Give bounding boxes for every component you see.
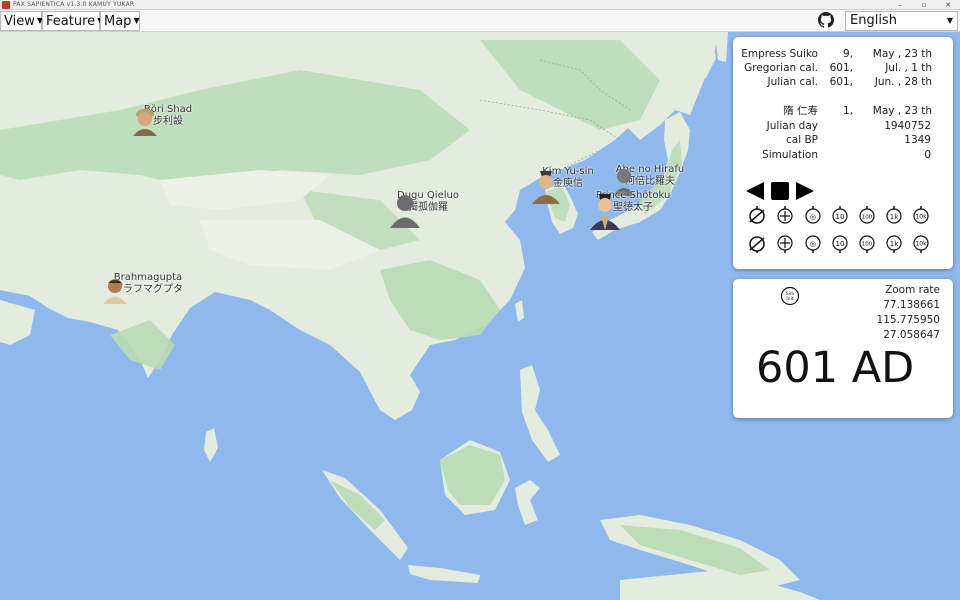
speed-zero-backward-icon[interactable] [747,233,767,253]
speed-forward-10k-icon[interactable]: 10k [911,205,931,225]
svg-text:100: 100 [862,215,873,221]
calendar-panel: Empress Suiko 9, May , 23 th Gregorian c… [733,37,953,269]
person-abe-no-hirafu[interactable]: Abe no Hirafu 阿倍比羅夫 [610,164,690,196]
view-menu-label: View [4,14,35,29]
speed-forward-1000-icon[interactable]: 100 [857,205,877,225]
feature-menu[interactable]: Feature▼ [42,11,103,31]
calendar-row-suiko: Empress Suiko 9, May , 23 th [733,47,953,61]
portrait-icon [532,171,560,204]
speed-backward-10k-icon[interactable]: 10k [911,233,931,253]
calendar-row-sui: 隋 仁寿 1, May , 23 th [733,104,953,118]
calendar-row-gregorian: Gregorian cal. 601, Jul. , 1 th [733,61,953,75]
calendar-value: 0 [924,149,931,161]
svg-text:100: 100 [862,242,873,248]
speed-backward-10-icon[interactable]: ◎ [803,233,823,253]
person-dugu-qieluo[interactable]: Dugu Qieluo 獨孤伽羅 [388,190,468,228]
speed-forward-10-icon[interactable]: ◎ [803,205,823,225]
svg-text:Init: Init [786,296,793,302]
simulation-init-icon[interactable]: Sim Init [780,286,800,306]
calendar-date: May , 23 th [872,48,932,60]
svg-text:10k: 10k [915,241,927,248]
calendar-year: 601, [829,62,853,74]
calendar-label: Simulation [762,149,818,161]
speed-zero-forward-icon[interactable] [747,205,767,225]
window-titlebar: PAX SAPIENTICA v1.3.0 KAMUY YUKAR – ▫ ✕ [0,0,960,10]
calendar-label: Empress Suiko [741,48,818,60]
calendar-label: Gregorian cal. [744,62,818,74]
person-kim-yu-sin[interactable]: Kim Yu-sin 金庾信 [530,166,606,204]
language-select-value: English [850,13,897,28]
calendar-label: Julian day [766,120,818,132]
portrait-icon [103,279,127,304]
svg-text:10k: 10k [915,214,927,221]
map-menu-label: Map [104,14,132,29]
window-title: PAX SAPIENTICA v1.3.0 KAMUY YUKAR [13,1,135,8]
speed-forward-1-icon[interactable] [775,205,795,225]
zoom-rate-label: Zoom rate [885,284,940,296]
minimize-button[interactable]: – [888,0,912,10]
close-button[interactable]: ✕ [936,0,960,10]
zoom-rate-value: 77.138661 [883,299,940,311]
calendar-label: Julian cal. [767,76,818,88]
play-icon[interactable] [794,180,816,202]
person-prince-shotoku[interactable]: Prince Shōtoku 聖徳太子 [588,190,678,230]
svg-text:10: 10 [836,213,845,221]
svg-text:◎: ◎ [810,240,816,248]
reverse-play-icon[interactable] [744,180,766,202]
calendar-row-julian: Julian cal. 601, Jun. , 28 th [733,75,953,89]
github-icon[interactable] [818,12,834,28]
silhouette-icon [390,195,420,228]
maximize-button[interactable]: ▫ [912,0,936,10]
stop-icon[interactable] [769,180,791,202]
person-bori-shad[interactable]: Böri Shad 步利設 [130,104,206,136]
speed-forward-100-icon[interactable]: 10 [830,205,850,225]
speed-backward-1k-icon[interactable]: 1k [884,233,904,253]
latitude-value: 27.058647 [883,329,940,341]
app-icon [2,1,10,9]
portrait-icon [133,109,157,136]
calendar-label: 隋 仁寿 [783,105,818,117]
calendar-year: 601, [829,76,853,88]
calendar-label: cal BP [786,134,818,146]
chevron-down-icon: ▼ [133,16,140,25]
speed-forward-1k-icon[interactable]: 1k [884,205,904,225]
language-select[interactable]: English ▼ [845,11,958,31]
speed-backward-1-icon[interactable] [775,233,795,253]
calendar-date: Jun. , 28 th [874,76,932,88]
person-brahmagupta[interactable]: Brahmagupta ブラフマグプタ [100,272,196,304]
speed-backward-100-icon[interactable]: 10 [830,233,850,253]
view-menu[interactable]: View ▼ [0,11,43,31]
calendar-row-cal-bp: cal BP 1349 [733,133,953,147]
menu-bar: View▼ Feature▼ Map▼ English▼ [0,10,960,32]
portrait-icon [590,194,620,230]
feature-menu-label: Feature [46,14,96,29]
speed-backward-1000-icon[interactable]: 100 [857,233,877,253]
zoom-panel: Sim Init Zoom rate 77.138661 115.775950 … [733,279,953,418]
svg-text:1k: 1k [890,240,899,248]
longitude-value: 115.775950 [876,314,940,326]
calendar-value: 1349 [904,134,931,146]
calendar-date: May , 23 th [872,105,932,117]
svg-text:10: 10 [836,240,845,248]
map-menu[interactable]: Map ▼ [100,11,140,31]
calendar-row-julian-day: Julian day 1940752 [733,119,953,133]
calendar-row-simulation: Simulation 0 [733,148,953,162]
svg-text:1k: 1k [890,213,899,221]
chevron-down-icon: ▼ [946,16,953,25]
calendar-date: Jul. , 1 th [885,62,932,74]
calendar-year: 1, [842,105,853,117]
svg-text:◎: ◎ [810,213,816,221]
calendar-year: 9, [842,48,853,60]
year-display: 601 AD [756,343,915,393]
calendar-value: 1940752 [884,120,931,132]
